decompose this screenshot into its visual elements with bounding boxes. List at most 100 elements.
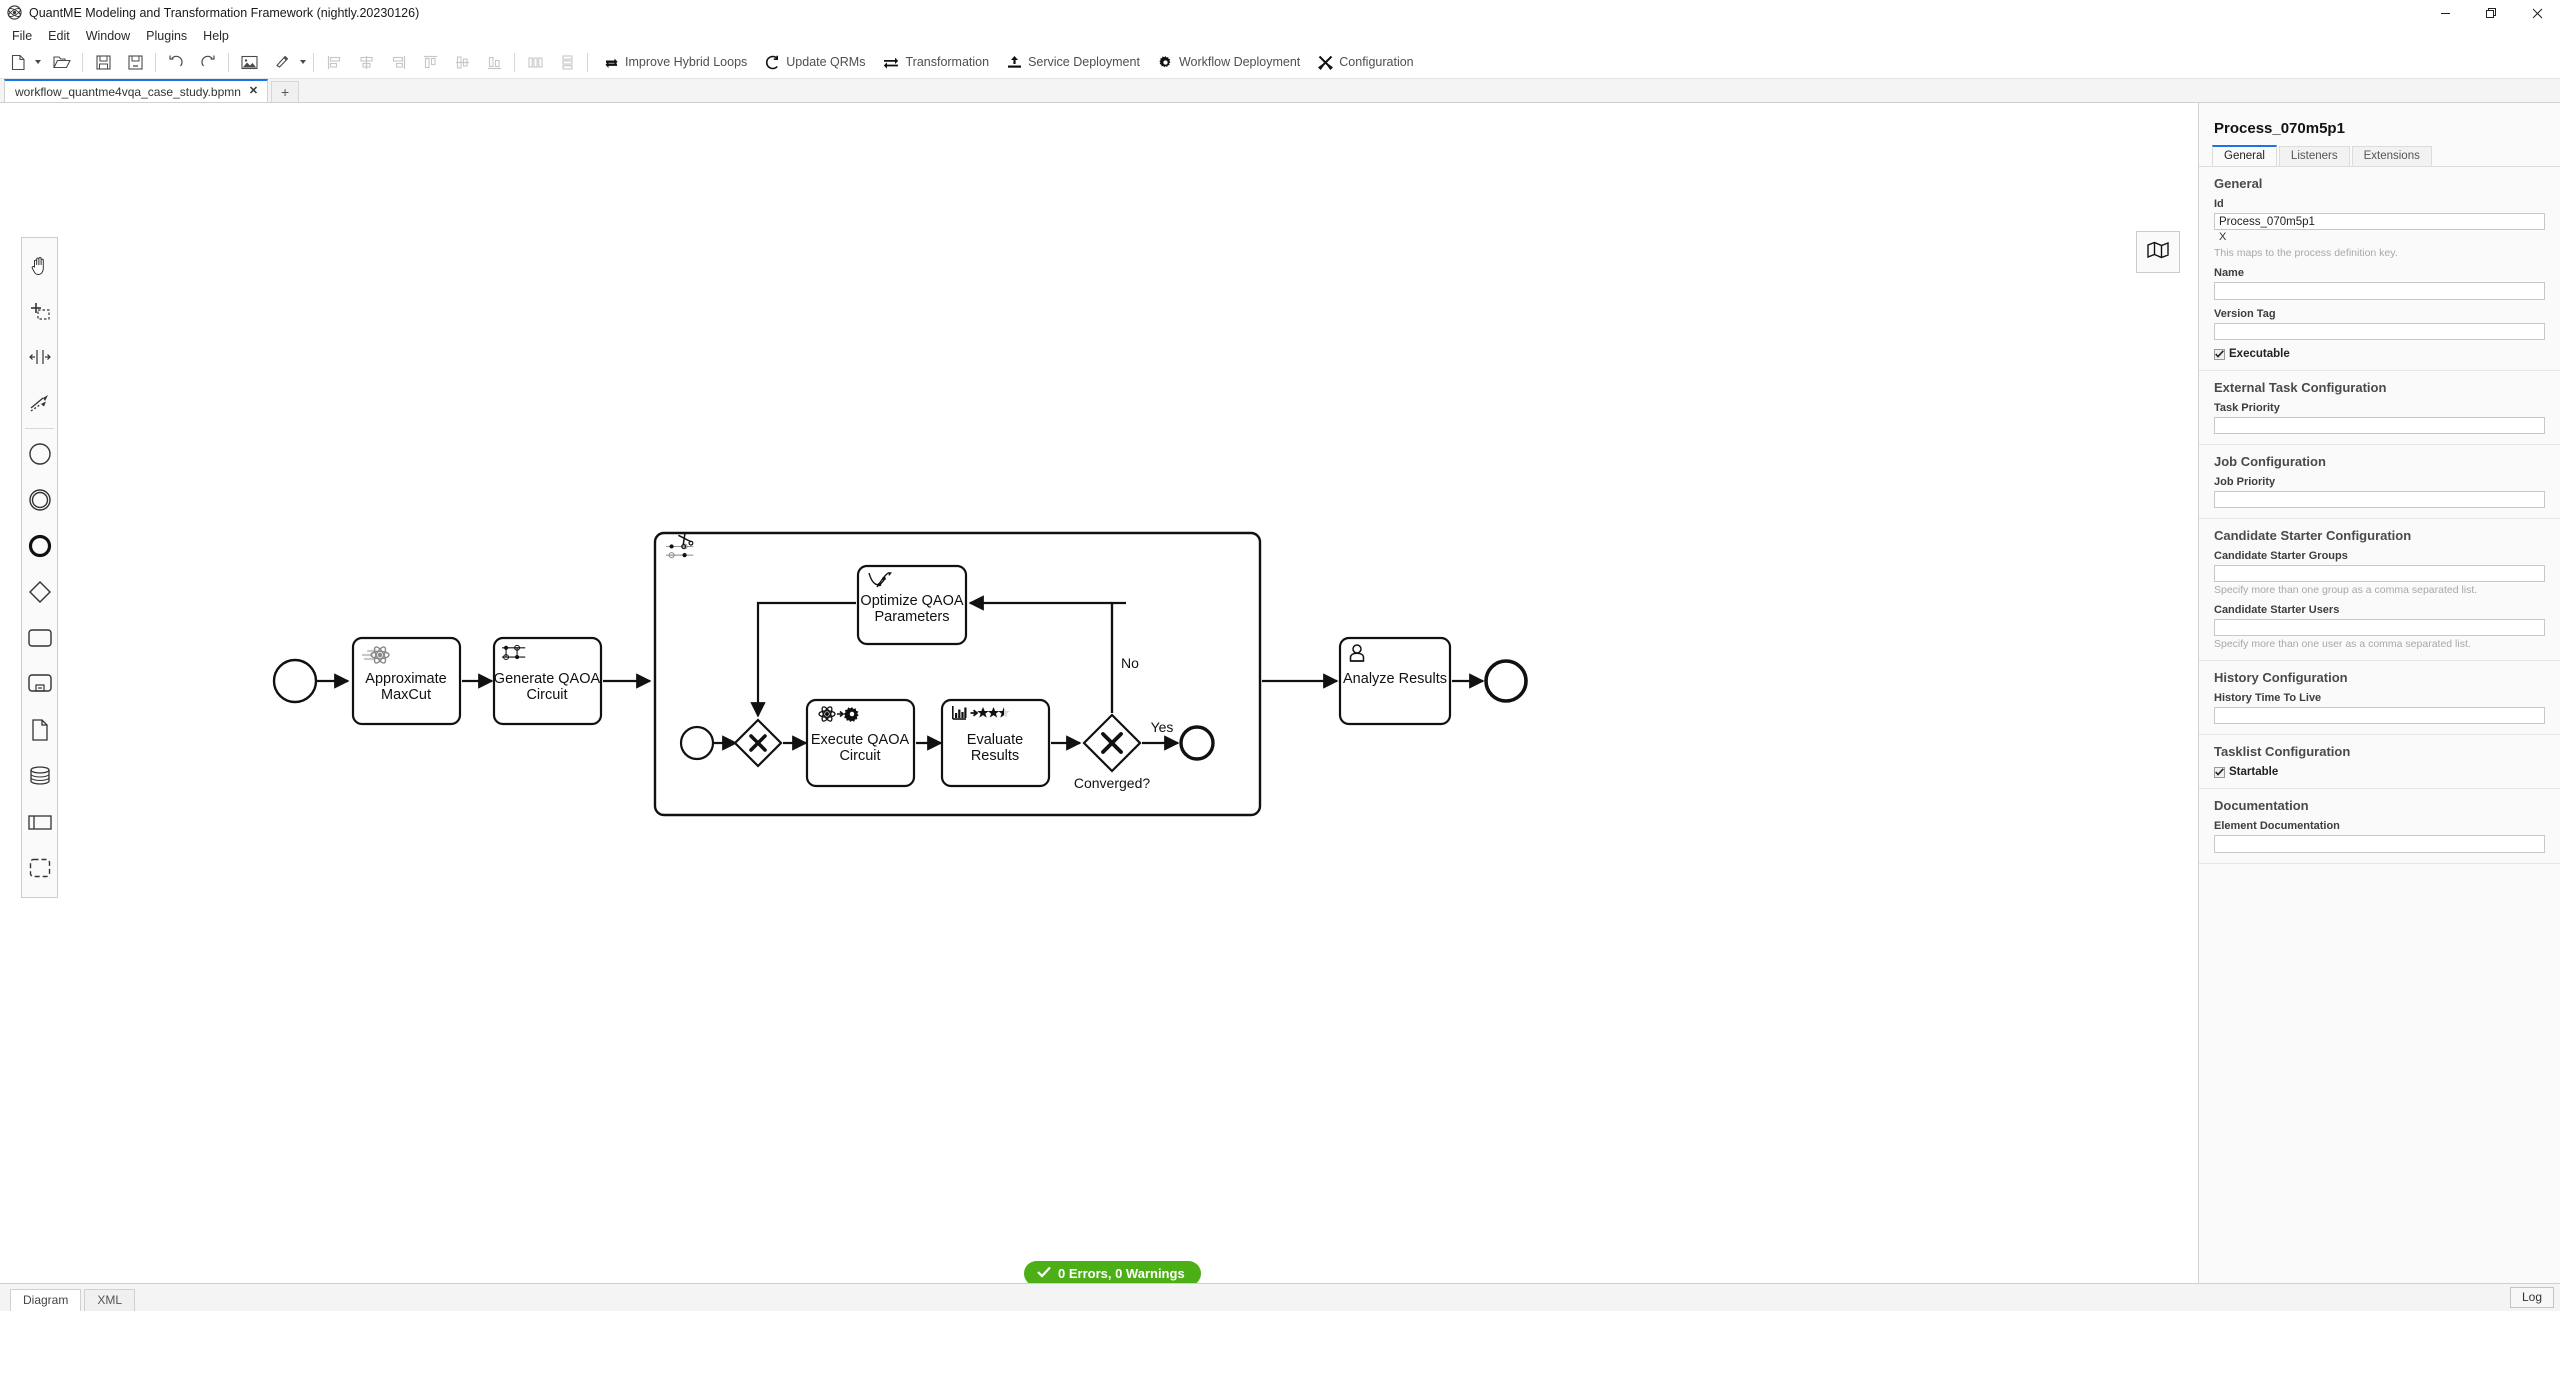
quantme-logo-icon: [7, 5, 22, 20]
export-image-icon[interactable]: [236, 49, 262, 75]
distribute-vertical-icon[interactable]: [554, 49, 580, 75]
executable-checkbox-row[interactable]: Executable: [2214, 348, 2545, 360]
undo-icon[interactable]: [163, 49, 189, 75]
distribute-horizontal-icon[interactable]: [522, 49, 548, 75]
align-middle-icon[interactable]: [449, 49, 475, 75]
candidate-starter-users-field[interactable]: [2214, 619, 2545, 637]
close-button[interactable]: [2514, 0, 2560, 26]
tab-extensions[interactable]: Extensions: [2351, 146, 2432, 166]
transformation-button[interactable]: Transformation: [874, 49, 998, 75]
task-priority-field[interactable]: [2214, 417, 2545, 435]
flow-label-no: No: [1121, 655, 1139, 671]
group-job-configuration: Job Configuration Job Priority: [2199, 445, 2560, 520]
bpmn-canvas[interactable]: Approximate MaxCut Generate QAOA Circuit…: [0, 103, 2198, 1283]
align-center-horizontal-icon[interactable]: [353, 49, 379, 75]
toolbar-separator: [514, 52, 515, 72]
bpmn-diagram-svg[interactable]: Approximate MaxCut Generate QAOA Circuit…: [0, 103, 2198, 1283]
properties-panel: Properties Panel Process_070m5p1 General…: [2198, 103, 2560, 1283]
save-icon[interactable]: [90, 49, 116, 75]
group-external-task-configuration: External Task Configuration Task Priorit…: [2199, 371, 2560, 446]
checkbox-icon[interactable]: [2214, 766, 2225, 778]
improve-hybrid-loops-label: Improve Hybrid Loops: [625, 55, 748, 69]
group-candidate-starter-configuration: Candidate Starter Configuration Candidat…: [2199, 519, 2560, 662]
group-title: Documentation: [2214, 798, 2309, 814]
update-qrms-label: Update QRMs: [786, 55, 866, 69]
log-button[interactable]: Log: [2509, 1287, 2554, 1308]
menu-edit[interactable]: Edit: [40, 28, 78, 44]
window-title: QuantME Modeling and Transformation Fram…: [29, 5, 420, 20]
menu-window[interactable]: Window: [78, 28, 138, 44]
redo-icon[interactable]: [195, 49, 221, 75]
clear-id-button[interactable]: X: [2214, 230, 2545, 245]
magic-wand-dropdown-icon[interactable]: [300, 60, 306, 64]
file-tab-workflow[interactable]: workflow_quantme4vqa_case_study.bpmn ✕: [4, 79, 269, 102]
group-title: General: [2214, 176, 2263, 191]
magic-wand-icon[interactable]: [270, 49, 296, 75]
improve-hybrid-loops-button[interactable]: Improve Hybrid Loops: [595, 49, 756, 75]
task-label: Circuit: [839, 748, 880, 764]
candidate-starter-users-label: Candidate Starter Users: [2214, 604, 2340, 617]
main-toolbar: Improve Hybrid Loops Update QRMs Transfo…: [0, 46, 2560, 79]
task-priority-field-label: Task Priority: [2214, 402, 2280, 415]
tab-listeners[interactable]: Listeners: [2278, 146, 2350, 166]
properties-panel-toggle[interactable]: Properties Panel: [2198, 640, 2199, 752]
task-evaluate-results: Evaluate Results: [940, 698, 1051, 788]
tab-xml[interactable]: XML: [84, 1289, 136, 1311]
subprocess-start-event: [679, 725, 715, 761]
window-titlebar: QuantME Modeling and Transformation Fram…: [0, 0, 2560, 26]
service-deployment-button[interactable]: Service Deployment: [998, 49, 1149, 75]
checkbox-icon[interactable]: [2214, 348, 2225, 360]
task-analyze-results: Analyze Results: [1338, 636, 1452, 726]
history-time-to-live-field[interactable]: [2214, 707, 2545, 725]
element-documentation-field[interactable]: [2214, 835, 2545, 854]
align-top-icon[interactable]: [417, 49, 443, 75]
workflow-deployment-label: Workflow Deployment: [1178, 55, 1301, 69]
file-tab-label: workflow_quantme4vqa_case_study.bpmn: [15, 84, 241, 99]
id-field[interactable]: [2214, 213, 2545, 230]
service-deployment-label: Service Deployment: [1028, 55, 1140, 69]
configuration-button[interactable]: Configuration: [1309, 49, 1422, 75]
new-file-dropdown-icon[interactable]: [35, 60, 41, 64]
flow-label-yes: Yes: [1151, 719, 1174, 735]
candidate-starter-groups-field[interactable]: [2214, 565, 2545, 583]
id-field-label: Id: [2214, 198, 2224, 210]
name-field-label: Name: [2214, 267, 2244, 280]
name-field[interactable]: [2214, 282, 2545, 301]
save-as-icon[interactable]: [122, 49, 148, 75]
workflow-deployment-button[interactable]: Workflow Deployment: [1149, 49, 1309, 75]
menu-plugins[interactable]: Plugins: [138, 28, 195, 44]
task-approximate-maxcut: Approximate MaxCut: [351, 636, 462, 726]
close-icon[interactable]: ✕: [249, 86, 258, 97]
history-time-to-live-label: History Time To Live: [2214, 692, 2322, 705]
main-area: Approximate MaxCut Generate QAOA Circuit…: [0, 103, 2560, 1283]
add-tab-button[interactable]: +: [271, 81, 300, 102]
version-tag-field[interactable]: [2214, 323, 2545, 341]
task-label: Parameters: [875, 609, 950, 625]
align-bottom-icon[interactable]: [481, 49, 507, 75]
align-left-icon[interactable]: [321, 49, 347, 75]
new-file-icon[interactable]: [5, 49, 31, 75]
gateway-label: Converged?: [1074, 775, 1150, 791]
transformation-label: Transformation: [905, 55, 990, 69]
maximize-button[interactable]: [2468, 0, 2514, 26]
minimize-button[interactable]: [2422, 0, 2468, 26]
tab-general[interactable]: General: [2212, 145, 2277, 166]
id-field-hint: This maps to the process definition key.: [2214, 247, 2398, 260]
validation-status-badge[interactable]: 0 Errors, 0 Warnings: [1024, 1261, 1201, 1283]
toolbar-separator: [155, 52, 156, 72]
tab-diagram[interactable]: Diagram: [10, 1289, 82, 1311]
startable-checkbox-row[interactable]: Startable: [2214, 766, 2545, 778]
open-file-icon[interactable]: [49, 49, 75, 75]
task-execute-qaoa-circuit: Execute QAOA Circuit: [805, 698, 916, 788]
align-right-icon[interactable]: [385, 49, 411, 75]
menu-file[interactable]: File: [4, 28, 40, 44]
refresh-icon: [765, 55, 780, 70]
validation-status-text: 0 Errors, 0 Warnings: [1058, 1266, 1185, 1281]
toolbar-separator: [228, 52, 229, 72]
wrench-screwdriver-icon: [1318, 55, 1334, 70]
check-icon: [1037, 1266, 1051, 1281]
job-priority-field[interactable]: [2214, 491, 2545, 509]
menu-help[interactable]: Help: [195, 28, 237, 44]
update-qrms-button[interactable]: Update QRMs: [756, 49, 874, 75]
task-optimize-qaoa-parameters: Optimize QAOA Parameters: [856, 564, 968, 646]
